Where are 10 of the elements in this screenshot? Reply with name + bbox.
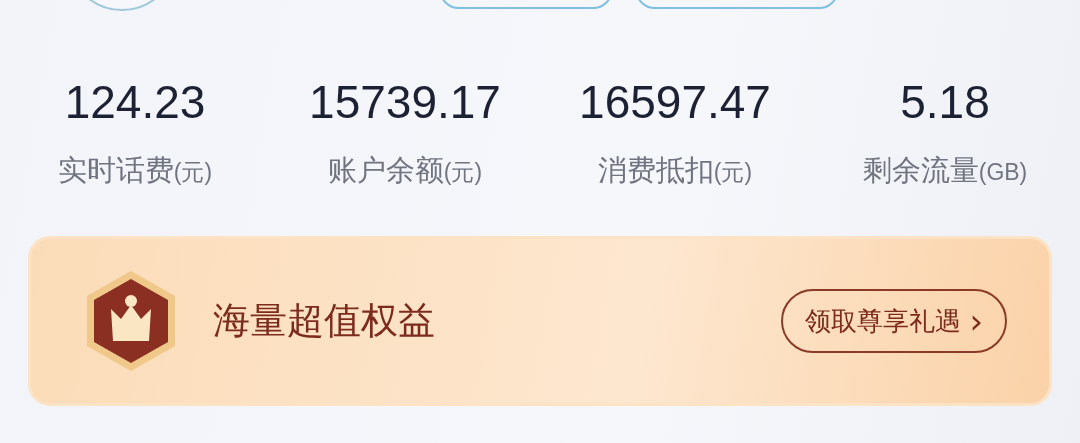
- stat-value: 124.23: [64, 75, 206, 130]
- stat-label: 账户余额(元): [327, 152, 483, 189]
- banner-title: 海量超值权益: [213, 298, 436, 344]
- stat-label: 剩余流量(GB): [862, 152, 1028, 189]
- stat-value: 5.18: [900, 75, 990, 130]
- stat-value: 15739.17: [309, 75, 501, 130]
- stat-label: 消费抵扣(元): [597, 152, 753, 189]
- stat-value: 16597.47: [579, 75, 771, 130]
- stat-label: 实时话费(元): [57, 152, 213, 189]
- claim-benefits-button[interactable]: 领取尊享礼遇 ›: [781, 289, 1007, 353]
